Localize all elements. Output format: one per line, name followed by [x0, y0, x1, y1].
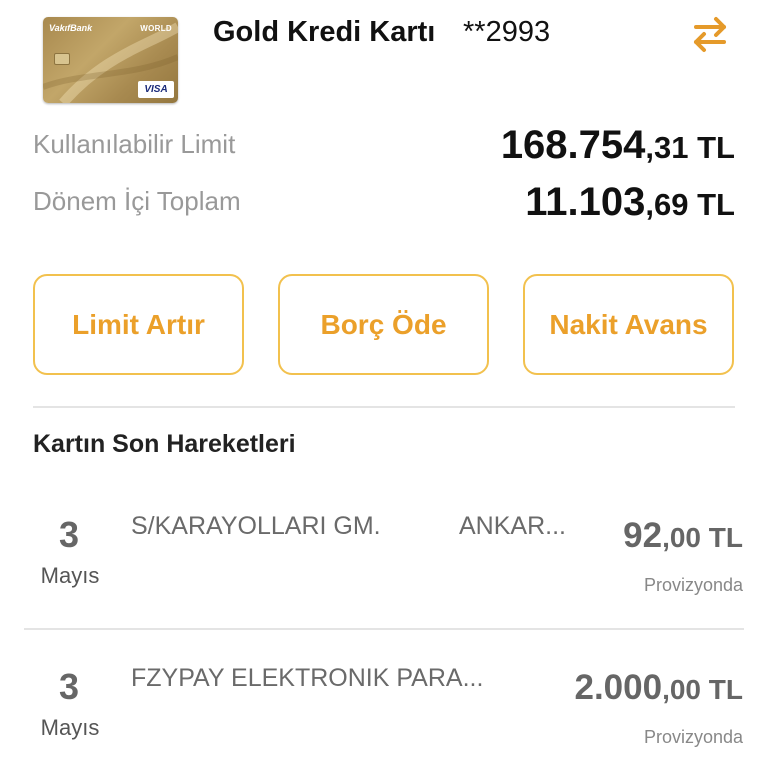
transaction-status: Provizyonda [643, 727, 743, 747]
transaction-location: ANKAR... [459, 512, 566, 540]
visa-logo: VISA [138, 81, 174, 98]
limit-increase-button[interactable]: Limit Artır [33, 274, 244, 375]
card-chip-icon [54, 53, 70, 65]
available-limit-label: Kullanılabilir Limit [33, 129, 236, 159]
transaction-month: Mayıs [40, 563, 100, 588]
transaction-status: Provizyonda [643, 575, 743, 595]
transaction-day: 3 [58, 514, 80, 555]
period-total-amount: 11.103,69 TL [525, 180, 735, 225]
section-divider [33, 406, 735, 408]
transaction-description: S/KARAYOLLARI GM. [131, 512, 381, 540]
transaction-divider [24, 628, 744, 630]
card-number: **2993 [463, 16, 551, 48]
available-limit-decimal: ,31 TL [645, 130, 735, 165]
card-bank-logo: VakıfBank [49, 23, 93, 33]
available-limit-integer: 168.754 [500, 123, 646, 167]
pay-debt-button[interactable]: Borç Öde [278, 274, 489, 375]
swap-arrows-icon[interactable] [690, 14, 730, 54]
transaction-amount-integer: 2.000 [574, 668, 663, 707]
card-image[interactable]: VakıfBank WORLD VISA [43, 17, 178, 103]
available-limit-amount: 168.754,31 TL [501, 123, 735, 168]
period-total-integer: 11.103 [525, 180, 646, 224]
transaction-amount-decimal: ,00 TL [662, 522, 743, 553]
period-total-row: Dönem İçi Toplam 11.103,69 TL [33, 180, 735, 224]
transaction-amount-integer: 92 [623, 516, 663, 555]
card-header: VakıfBank WORLD VISA Gold Kredi Kartı **… [0, 0, 768, 112]
transaction-day: 3 [58, 666, 80, 707]
transaction-description: FZYPAY ELEKTRONIK PARA... [131, 664, 484, 692]
transaction-amount: 2.000,00 TL [574, 668, 743, 708]
period-total-decimal: ,69 TL [645, 187, 735, 222]
transaction-month: Mayıs [40, 715, 100, 740]
transaction-amount-decimal: ,00 TL [662, 674, 743, 705]
card-tier-label: WORLD [140, 24, 172, 33]
transaction-row[interactable]: 3 Mayıs S/KARAYOLLARI GM. ANKAR... 92,00… [0, 490, 768, 630]
transaction-row[interactable]: 3 Mayıs FZYPAY ELEKTRONIK PARA... 2.000,… [0, 642, 768, 768]
card-title: Gold Kredi Kartı [213, 16, 436, 48]
cash-advance-button[interactable]: Nakit Avans [523, 274, 734, 375]
period-total-label: Dönem İçi Toplam [33, 186, 241, 216]
transaction-amount: 92,00 TL [623, 516, 743, 556]
recent-transactions-title: Kartın Son Hareketleri [33, 430, 296, 458]
available-limit-row: Kullanılabilir Limit 168.754,31 TL [33, 123, 735, 167]
